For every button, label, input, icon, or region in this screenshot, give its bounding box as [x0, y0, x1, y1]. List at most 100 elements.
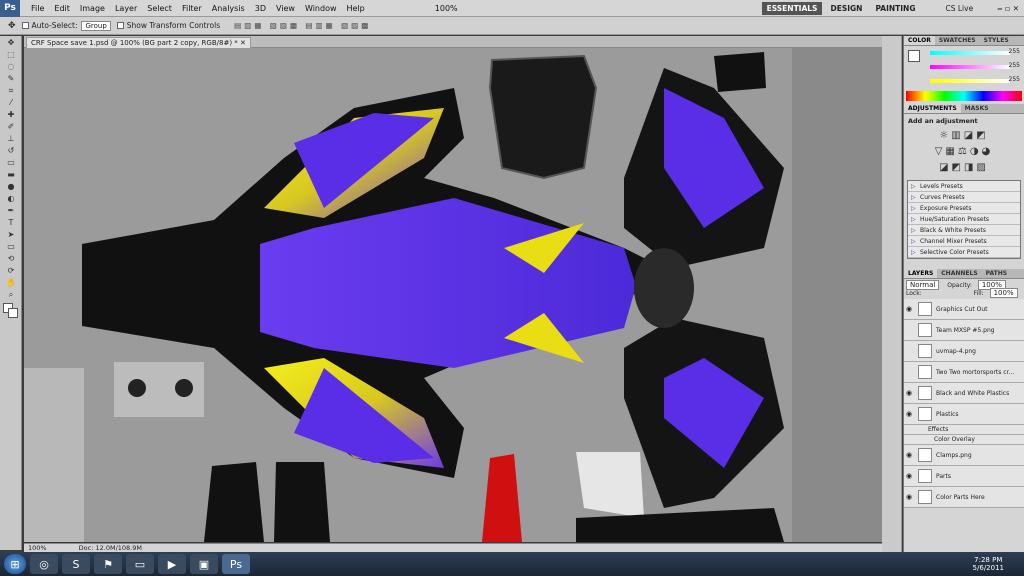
quick-select-tool-icon[interactable]: ✎	[4, 74, 18, 83]
preset-channel-mixer[interactable]: Channel Mixer Presets	[908, 236, 1020, 247]
eye-icon[interactable]: ◉	[904, 305, 914, 313]
tab-styles[interactable]: STYLES	[980, 36, 1013, 45]
color-spectrum[interactable]	[906, 91, 1022, 101]
history-brush-icon[interactable]: ↺	[4, 146, 18, 155]
media-player-icon[interactable]: ▶	[158, 554, 186, 574]
menu-file[interactable]: File	[26, 0, 49, 17]
layer-row[interactable]: uvmap-4.png	[904, 341, 1024, 362]
tab-masks[interactable]: MASKS	[961, 104, 993, 113]
eye-icon[interactable]: ◉	[904, 451, 914, 459]
layer-row[interactable]: Team MXSP #5.png	[904, 320, 1024, 341]
menu-layer[interactable]: Layer	[110, 0, 142, 17]
tab-adjustments[interactable]: ADJUSTMENTS	[904, 104, 961, 113]
eyedropper-tool-icon[interactable]: ⁄	[4, 98, 18, 107]
move-tool-icon[interactable]: ✥	[4, 38, 18, 47]
document-canvas[interactable]	[24, 48, 882, 542]
chrome-icon[interactable]: ◎	[30, 554, 58, 574]
blend-mode-select[interactable]: Normal	[906, 280, 940, 290]
eye-icon[interactable]: ◉	[904, 493, 914, 501]
blue-slider[interactable]	[930, 79, 1010, 83]
tab-channels[interactable]: CHANNELS	[937, 269, 981, 278]
gradient-tool-icon[interactable]: ▬	[4, 170, 18, 179]
stamp-tool-icon[interactable]: ⊥	[4, 134, 18, 143]
layer-row[interactable]: ◉ Parts	[904, 466, 1024, 487]
layer-row[interactable]: ◉ Plastics	[904, 404, 1024, 425]
layer-effects-row[interactable]: Effects	[904, 425, 1024, 435]
layer-row[interactable]: ◉ Black and White Plastics	[904, 383, 1024, 404]
move-tool-icon[interactable]: ✥	[8, 21, 16, 31]
workspace-painting[interactable]: PAINTING	[870, 2, 920, 15]
cs-live-button[interactable]: CS Live	[940, 2, 978, 15]
eraser-tool-icon[interactable]: ▭	[4, 158, 18, 167]
menu-select[interactable]: Select	[142, 0, 177, 17]
marquee-tool-icon[interactable]: ⬚	[4, 50, 18, 59]
layer-effect-item[interactable]: Color Overlay	[904, 435, 1024, 445]
dodge-tool-icon[interactable]: ◐	[4, 194, 18, 203]
lasso-tool-icon[interactable]: ◌	[4, 62, 18, 71]
type-tool-icon[interactable]: T	[4, 218, 18, 227]
shape-tool-icon[interactable]: ▭	[4, 242, 18, 251]
layer-row[interactable]: ◉ Graphics Cut Out	[904, 299, 1024, 320]
transform-controls-checkbox[interactable]	[116, 22, 124, 29]
pen-tool-icon[interactable]: ✒	[4, 206, 18, 215]
document-tab[interactable]: CRF Space save 1.psd @ 100% (BG part 2 c…	[26, 37, 251, 48]
preset-black-white[interactable]: Black & White Presets	[908, 225, 1020, 236]
preset-selective-color[interactable]: Selective Color Presets	[908, 247, 1020, 258]
monitor-icon[interactable]: ▣	[190, 554, 218, 574]
menu-edit[interactable]: Edit	[49, 0, 75, 17]
3d-orbit-icon[interactable]: ⟳	[4, 266, 18, 275]
menu-help[interactable]: Help	[342, 0, 370, 17]
start-button-icon[interactable]: ⊞	[4, 554, 26, 574]
tab-color[interactable]: COLOR	[904, 36, 935, 45]
layer-row[interactable]: ◉ Color Parts Here	[904, 487, 1024, 508]
auto-select-dropdown[interactable]: Group	[81, 20, 111, 31]
photoshop-task-icon[interactable]: Ps	[222, 554, 250, 574]
close-icon[interactable]: ✕	[240, 39, 246, 47]
fill-input[interactable]: 100%	[989, 288, 1018, 298]
layer-row[interactable]: ◉ Clamps.png	[904, 445, 1024, 466]
layer-row[interactable]: Two Two mortorsports cr...	[904, 362, 1024, 383]
workspace-design[interactable]: DESIGN	[825, 2, 867, 15]
green-value[interactable]: 255	[1009, 62, 1020, 69]
window-controls[interactable]: ‒ ▫ ✕	[992, 2, 1024, 15]
preset-hue-saturation[interactable]: Hue/Saturation Presets	[908, 214, 1020, 225]
status-zoom[interactable]: 100%	[28, 544, 47, 552]
color-swatch[interactable]	[908, 50, 920, 62]
background-color-swatch[interactable]	[8, 308, 18, 318]
eye-icon[interactable]: ◉	[904, 410, 914, 418]
skype-icon[interactable]: S	[62, 554, 90, 574]
menu-window[interactable]: Window	[300, 0, 342, 17]
auto-select-checkbox[interactable]	[21, 22, 29, 29]
crop-tool-icon[interactable]: ⌗	[4, 86, 18, 95]
path-select-icon[interactable]: ➤	[4, 230, 18, 239]
menu-filter[interactable]: Filter	[177, 0, 207, 17]
folder-icon[interactable]: ▭	[126, 554, 154, 574]
tab-paths[interactable]: PATHS	[982, 269, 1011, 278]
green-slider[interactable]	[930, 65, 1010, 69]
zoom-tool-icon[interactable]: ⌕	[4, 290, 18, 299]
3d-rotate-icon[interactable]: ⟲	[4, 254, 18, 263]
tab-swatches[interactable]: SWATCHES	[935, 36, 980, 45]
blur-tool-icon[interactable]: ●	[4, 182, 18, 191]
red-slider[interactable]	[930, 51, 1010, 55]
menu-3d[interactable]: 3D	[250, 0, 271, 17]
eye-icon[interactable]: ◉	[904, 472, 914, 480]
preset-levels[interactable]: Levels Presets	[908, 181, 1020, 192]
hand-tool-icon[interactable]: ✋	[4, 278, 18, 287]
workspace-essentials[interactable]: ESSENTIALS	[761, 1, 823, 15]
menu-image[interactable]: Image	[75, 0, 110, 17]
red-value[interactable]: 255	[1009, 48, 1020, 55]
eye-icon[interactable]: ◉	[904, 389, 914, 397]
healing-tool-icon[interactable]: ✚	[4, 110, 18, 119]
preset-exposure[interactable]: Exposure Presets	[908, 203, 1020, 214]
preset-curves[interactable]: Curves Presets	[908, 192, 1020, 203]
align-icons[interactable]: ▤▥▦ ▧▨▩ ▤▥▦ ▧▨▩	[234, 21, 371, 30]
menu-analysis[interactable]: Analysis	[207, 0, 250, 17]
menu-view[interactable]: View	[271, 0, 300, 17]
adjustment-icons[interactable]: ☼▥◪◩ ▽▦⚖◑◕ ◪◩◨▨	[904, 128, 1024, 176]
brush-tool-icon[interactable]: ✐	[4, 122, 18, 131]
tab-layers[interactable]: LAYERS	[904, 269, 938, 278]
racing-flag-icon[interactable]: ⚑	[94, 554, 122, 574]
system-clock[interactable]: 7:28 PM 5/6/2011	[973, 556, 1004, 572]
blue-value[interactable]: 255	[1009, 76, 1020, 83]
